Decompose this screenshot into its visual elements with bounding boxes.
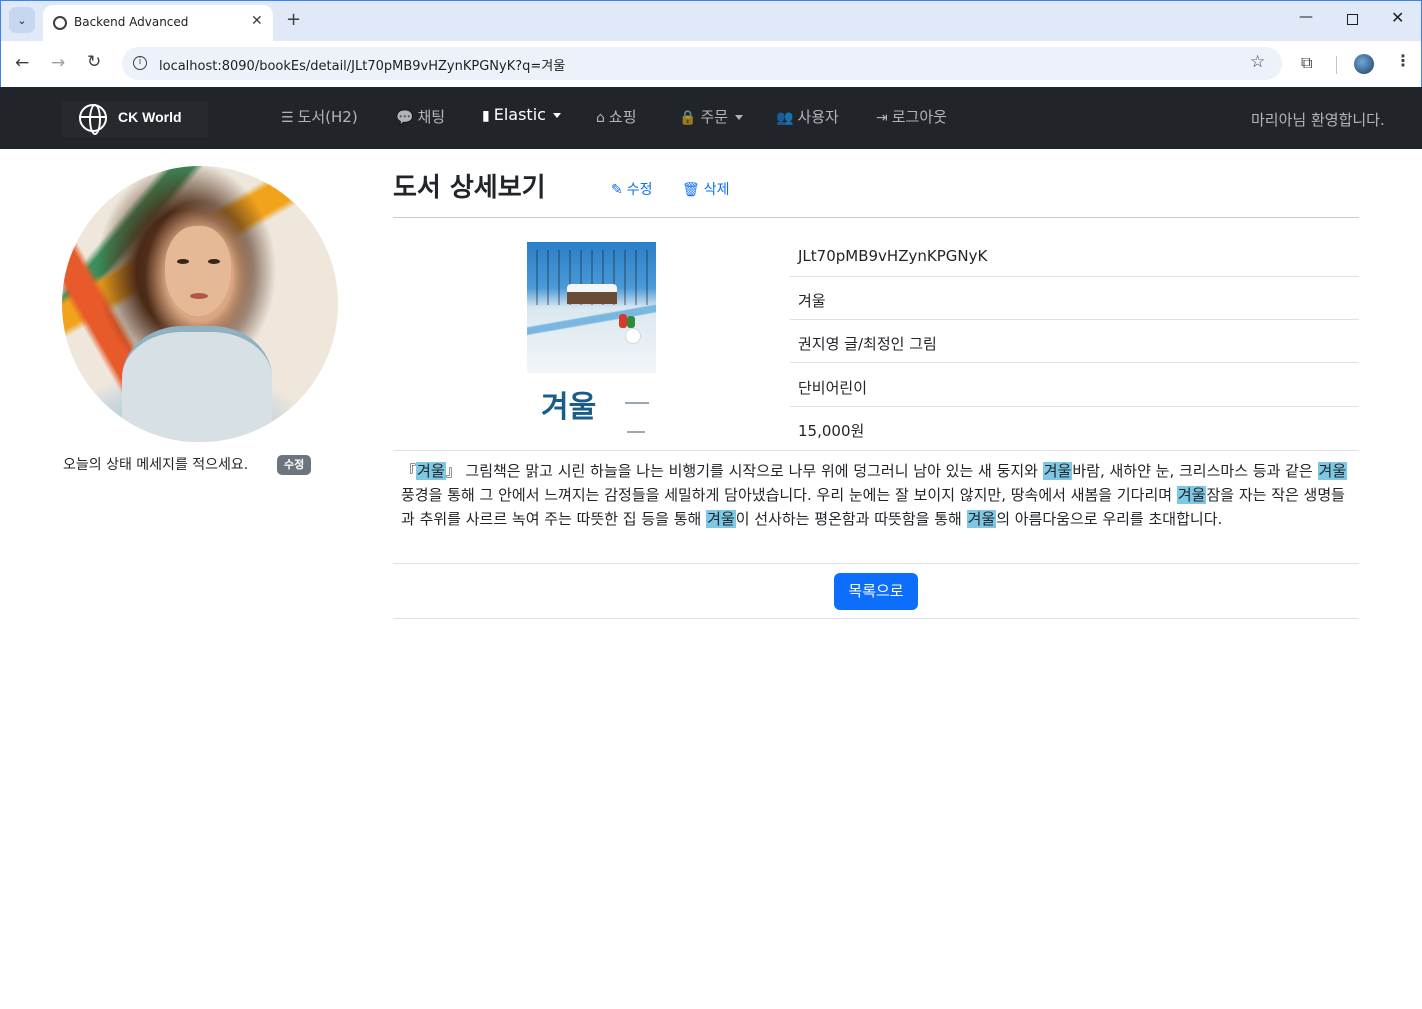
bookmark-star-icon[interactable]: ☆ xyxy=(1250,52,1265,72)
avatar-lips xyxy=(190,293,208,299)
forward-arrow-icon[interactable]: → xyxy=(51,53,65,73)
address-bar[interactable]: i localhost:8090/bookEs/detail/JLt70pMB9… xyxy=(122,47,1282,80)
window-close-icon[interactable]: ✕ xyxy=(1391,8,1404,27)
book-cover-image: 겨울 xyxy=(527,242,656,440)
url-text[interactable]: localhost:8090/bookEs/detail/JLt70pMB9vH… xyxy=(159,55,565,74)
avatar-face xyxy=(165,226,231,316)
cover-publisher-line xyxy=(627,431,645,433)
tab-search-icon[interactable]: ⌄ xyxy=(9,7,35,33)
book-description: 『겨울』 그림책은 맑고 시린 하늘을 나는 비행기를 시작으로 나무 위에 덩… xyxy=(401,459,1351,531)
welcome-message: 마리아님 환영합니다. xyxy=(1251,111,1385,129)
nav-item-users[interactable]: 👥 사용자 xyxy=(776,106,839,127)
cover-subtitle-line xyxy=(625,402,649,404)
cover-snowman xyxy=(625,328,641,344)
maximize-icon[interactable] xyxy=(1347,14,1358,25)
avatar-eye xyxy=(177,259,189,264)
lock-icon: 🔒 xyxy=(679,110,697,126)
globe-icon xyxy=(53,16,67,30)
book-title-row: 겨울 xyxy=(790,277,1359,320)
nav-item-orders[interactable]: 🔒 주문 xyxy=(679,106,744,127)
status-message: 오늘의 상태 메세지를 적으세요. xyxy=(63,457,249,473)
globe-logo-icon xyxy=(79,104,107,135)
nav-item-elastic[interactable]: ▮ Elastic xyxy=(482,105,561,124)
extensions-icon[interactable]: ⧉ xyxy=(1301,53,1312,73)
trash-icon: 🗑 xyxy=(682,182,700,198)
file-icon: ▮ xyxy=(482,108,490,124)
title-divider xyxy=(393,217,1359,218)
toolbar-divider xyxy=(1336,56,1337,74)
book-title: 겨울 xyxy=(798,292,826,310)
back-arrow-icon[interactable]: ← xyxy=(15,53,29,73)
description-text: 이 선사하는 평온함과 따뜻함을 통해 xyxy=(735,510,967,528)
brand-name: CK World xyxy=(118,109,182,125)
avatar-eye xyxy=(208,259,220,264)
book-price-row: 15,000원 xyxy=(790,407,1359,450)
description-text: 』 그림책은 맑고 시린 하늘을 나는 비행기를 시작으로 나무 위에 덩그러니… xyxy=(445,462,1043,480)
chevron-down-icon xyxy=(735,115,744,120)
edit-icon: ✎ xyxy=(611,182,623,198)
cover-title: 겨울 xyxy=(541,390,597,425)
search-highlight: 겨울 xyxy=(706,510,736,528)
description-text: 풍경을 통해 그 안에서 느껴지는 감정들을 세밀하게 담아냈습니다. 우리 눈… xyxy=(401,486,1177,504)
chevron-down-icon xyxy=(552,113,561,118)
book-id-row: JLt70pMB9vHZynKPGNyK xyxy=(790,234,1359,277)
search-highlight: 겨울 xyxy=(1317,462,1348,480)
edit-link[interactable]: ✎ 수정 xyxy=(611,179,653,199)
nav-item-chat[interactable]: 💬 채팅 xyxy=(396,106,445,127)
search-highlight: 겨울 xyxy=(966,510,997,528)
info-divider xyxy=(393,450,1359,451)
description-text: 바람, 새하얀 눈, 크리스마스 등과 같은 xyxy=(1072,462,1318,480)
search-highlight: 겨울 xyxy=(416,462,446,480)
nav-item-shopping[interactable]: ⌂ 쇼핑 xyxy=(596,106,637,127)
app-navbar: CK World ☰ 도서(H2) 💬 채팅 ▮ Elastic ⌂ 쇼핑 🔒 주문 👥 사… xyxy=(0,87,1422,149)
book-author: 권지영 글/최정인 그림 xyxy=(798,335,937,353)
avatar-shirt xyxy=(122,326,272,442)
new-tab-icon[interactable]: + xyxy=(286,9,301,30)
basket-icon: ⌂ xyxy=(596,110,605,126)
profile-avatar-icon[interactable] xyxy=(1354,54,1374,74)
cover-figure xyxy=(627,316,635,328)
reload-icon[interactable]: ↻ xyxy=(87,52,101,72)
nav-item-logout[interactable]: ⇥ 로그아웃 xyxy=(876,106,947,127)
minimize-icon[interactable]: — xyxy=(1299,9,1313,25)
nav-item-books-h2[interactable]: ☰ 도서(H2) xyxy=(281,106,358,127)
book-price: 15,000원 xyxy=(798,422,865,440)
search-highlight: 겨울 xyxy=(1042,462,1073,480)
back-to-list-button[interactable]: 목록으로 xyxy=(834,573,918,610)
sign-out-icon: ⇥ xyxy=(876,110,888,126)
tab-strip: ⌄ Backend Advanced ✕ + — ✕ xyxy=(1,1,1421,41)
tab-title: Backend Advanced xyxy=(74,15,189,29)
cover-figure xyxy=(619,314,627,328)
description-text: 『 xyxy=(401,462,417,480)
brand-logo[interactable]: CK World xyxy=(62,101,208,137)
book-id: JLt70pMB9vHZynKPGNyK xyxy=(798,247,988,265)
description-text: 의 아름다움으로 우리를 초대합니다. xyxy=(996,510,1223,528)
browser-chrome: ⌄ Backend Advanced ✕ + — ✕ ← → ↻ i local… xyxy=(0,0,1422,88)
browser-toolbar: ← → ↻ i localhost:8090/bookEs/detail/JLt… xyxy=(1,41,1421,88)
users-icon: 👥 xyxy=(776,110,794,126)
list-icon: ☰ xyxy=(281,110,294,126)
book-publisher: 단비어린이 xyxy=(798,379,868,397)
page-title: 도서 상세보기 xyxy=(393,173,546,203)
footer-divider xyxy=(393,618,1359,619)
search-highlight: 겨울 xyxy=(1176,486,1207,504)
cover-house xyxy=(567,284,617,304)
status-edit-badge[interactable]: 수정 xyxy=(277,455,312,475)
browser-tab[interactable]: Backend Advanced ✕ xyxy=(43,5,273,41)
site-info-icon[interactable]: i xyxy=(133,56,147,70)
book-author-row: 권지영 글/최정인 그림 xyxy=(790,320,1359,363)
description-divider xyxy=(393,563,1359,564)
profile-avatar xyxy=(62,166,338,442)
book-publisher-row: 단비어린이 xyxy=(790,364,1359,407)
delete-link[interactable]: 🗑 삭제 xyxy=(682,179,730,199)
tab-close-icon[interactable]: ✕ xyxy=(251,13,263,29)
comments-icon: 💬 xyxy=(396,110,414,126)
more-menu-icon[interactable]: ⋮ xyxy=(1395,51,1411,70)
